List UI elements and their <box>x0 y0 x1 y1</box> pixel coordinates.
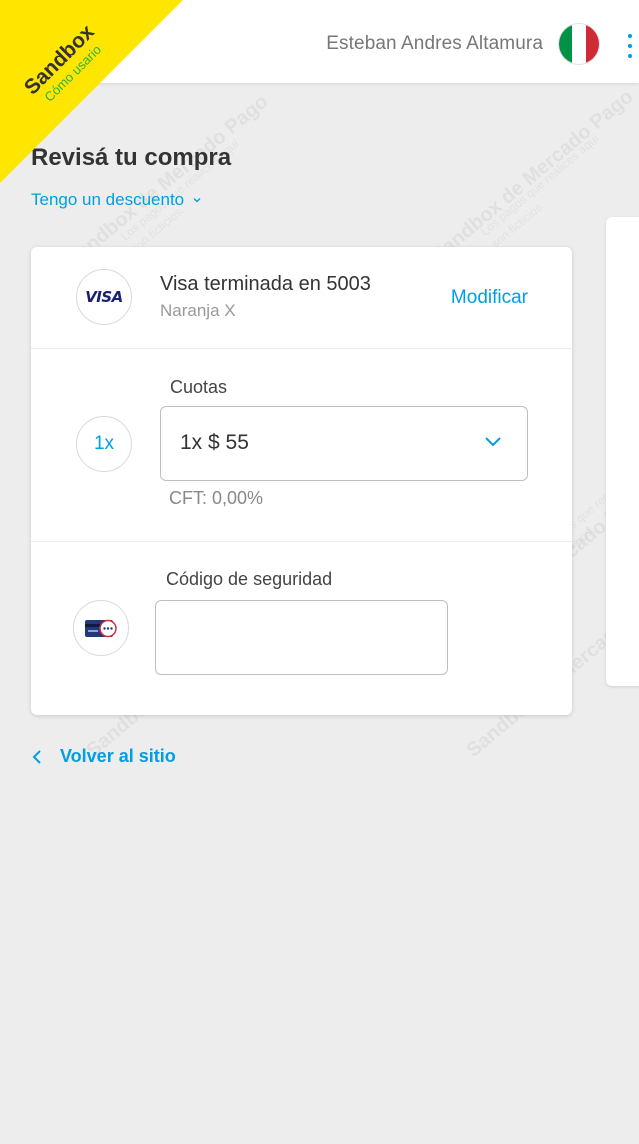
card-cvv-icon <box>73 600 129 656</box>
security-code-row: Código de seguridad <box>31 542 572 715</box>
discount-link[interactable]: Tengo un descuento <box>31 190 202 210</box>
card-issuer: Naranja X <box>160 301 236 320</box>
flag-stripe-red <box>585 24 599 64</box>
summary-card-edge <box>606 217 639 686</box>
card-brand: VISA <box>85 288 123 306</box>
installments-label: Cuotas <box>170 377 228 397</box>
security-code-label: Código de seguridad <box>166 569 333 589</box>
modify-button[interactable]: Modificar <box>451 287 528 309</box>
watermark-text: Sandbox de Mercado Pago <box>62 90 273 272</box>
more-options-icon[interactable] <box>627 34 633 58</box>
page-title: Revisá tu compra <box>31 144 232 171</box>
italy-flag-icon[interactable] <box>558 23 600 65</box>
card-title: Visa terminada en 5003 <box>160 273 371 295</box>
flag-stripe-green <box>559 24 573 64</box>
installments-selected-value: 1x $ 55 <box>180 431 249 454</box>
installments-badge: 1x <box>93 433 115 454</box>
discount-link-label: Tengo un descuento <box>31 190 185 209</box>
watermark-note: Los pagos que realices aquíson ficticios… <box>477 131 602 251</box>
chevron-down-icon <box>485 437 501 447</box>
cft-text: CFT: 0,00% <box>169 488 264 508</box>
flag-stripe-white <box>572 24 586 64</box>
checkout-page: Sandbox de Mercado Pago Los pagos que re… <box>0 0 639 1144</box>
back-to-site-link[interactable]: Volver al sitio <box>31 746 176 767</box>
installments-badge-icon: 1x <box>76 416 132 472</box>
installments-row: 1x Cuotas 1x $ 55 CFT: 0,00% <box>31 349 572 542</box>
back-to-site-label: Volver al sitio <box>60 746 176 766</box>
installments-select[interactable]: 1x $ 55 <box>160 406 528 481</box>
chevron-left-icon <box>32 749 41 764</box>
top-header: Esteban Andres Altamura <box>0 0 639 83</box>
security-code-input[interactable] <box>155 600 448 675</box>
cvv-card-graphic <box>85 619 117 638</box>
user-name: Esteban Andres Altamura <box>326 33 543 54</box>
payment-card: VISA Visa terminada en 5003 Naranja X Mo… <box>31 247 572 715</box>
visa-logo-icon: VISA <box>76 269 132 325</box>
payment-method-row: VISA Visa terminada en 5003 Naranja X Mo… <box>31 247 572 349</box>
chevron-down-icon <box>193 198 201 203</box>
